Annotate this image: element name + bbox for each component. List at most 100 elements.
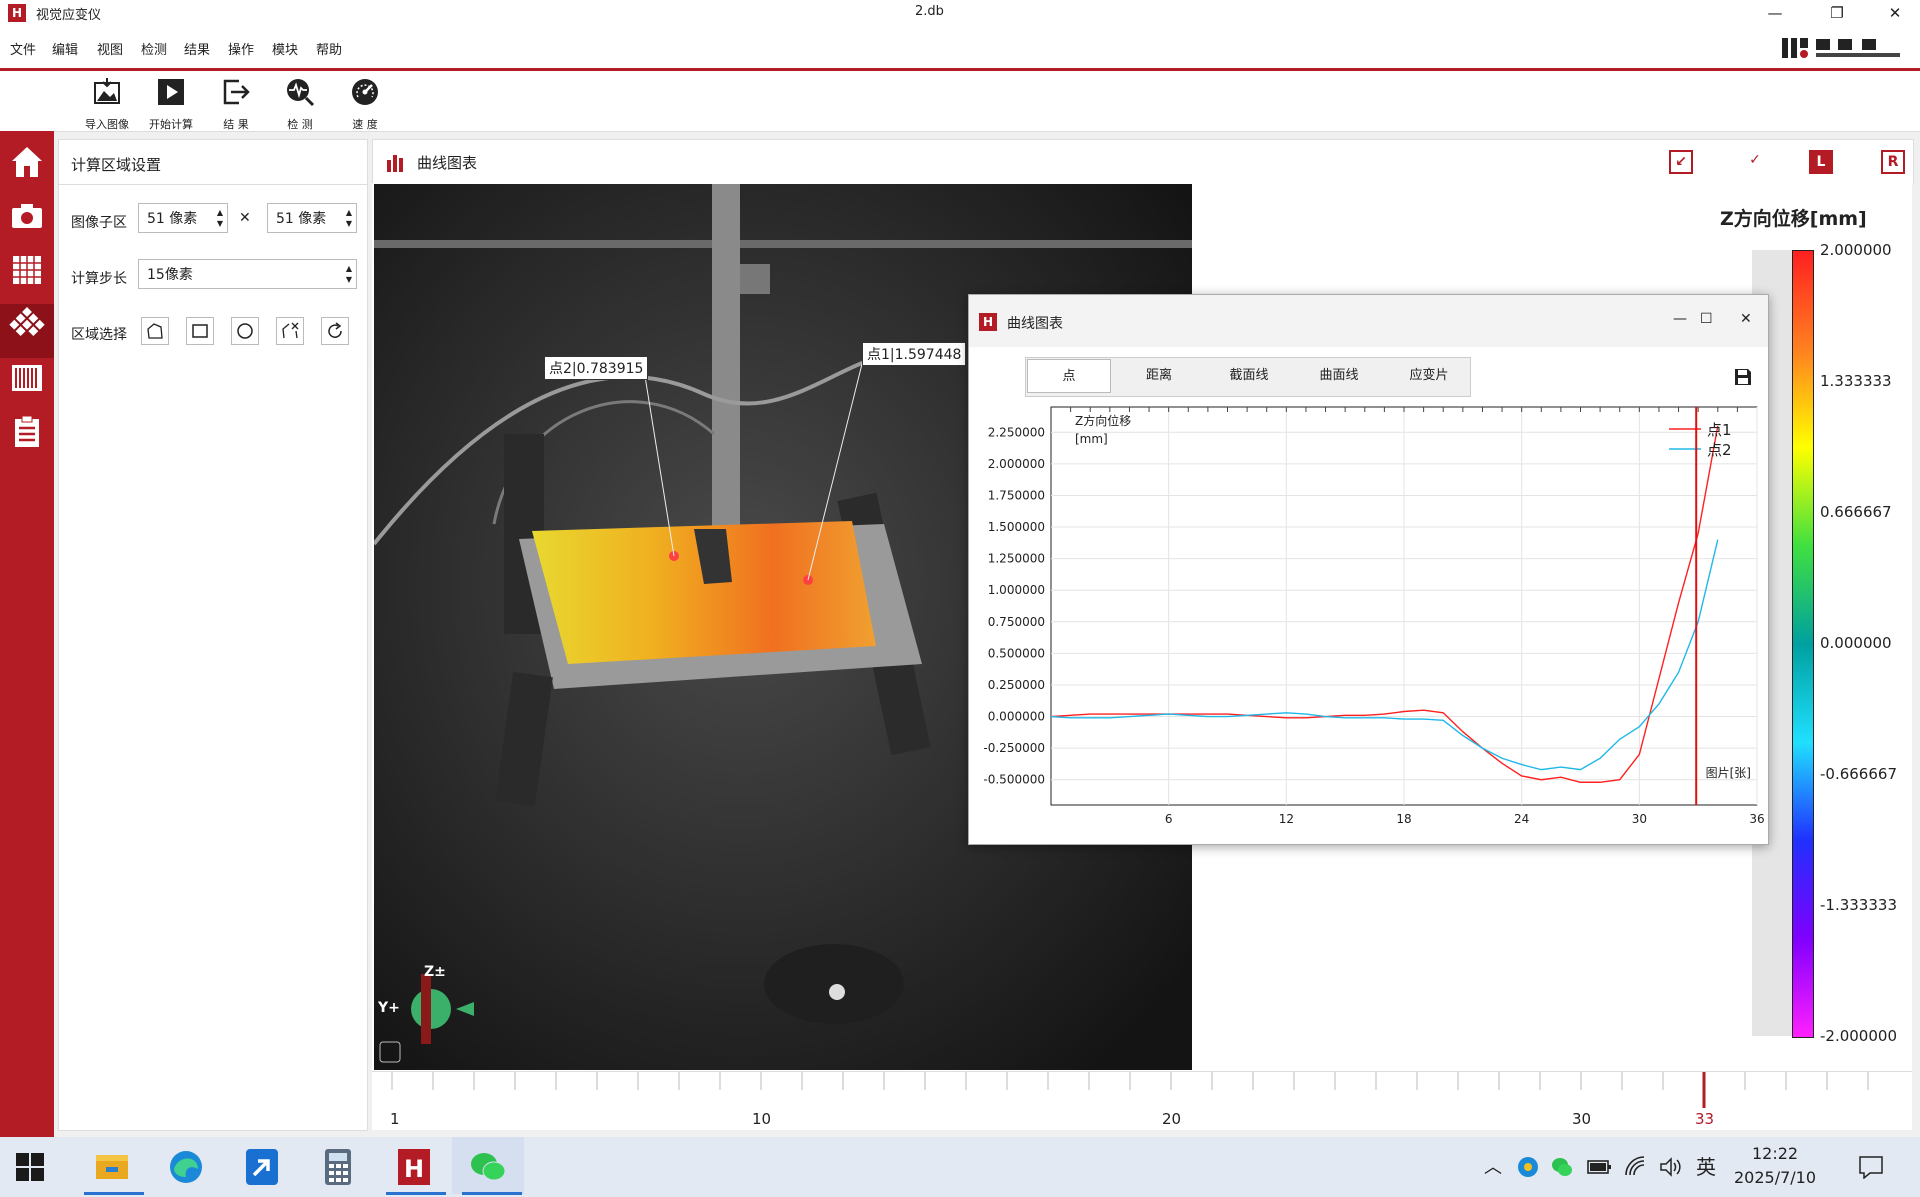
start-compute-label: 开始计算 bbox=[149, 118, 193, 131]
volume-icon[interactable] bbox=[1658, 1155, 1682, 1179]
chart-dialog: H 曲线图表 — ☐ ✕ 点 距离 截面线 曲面线 应变片 6 12 18 24 30 3… bbox=[968, 294, 1769, 845]
y-tick-label: 0.000000 bbox=[988, 710, 1045, 724]
timeline-label: 10 bbox=[752, 1110, 772, 1128]
windows-start-icon[interactable] bbox=[14, 1151, 46, 1183]
speed-button[interactable]: 速 度 bbox=[335, 77, 395, 132]
colorbar-label: 0.666667 bbox=[1820, 503, 1892, 521]
subset-width-spinbox[interactable]: 51 像素 ▲ ▼ bbox=[138, 203, 228, 233]
svg-text:H: H bbox=[404, 1155, 424, 1183]
export-chart-button[interactable]: ↙ bbox=[1669, 150, 1693, 174]
menu-edit[interactable]: 编辑 bbox=[52, 39, 78, 58]
result-button[interactable]: 结 果 bbox=[206, 77, 266, 132]
import-image-label: 导入图像 bbox=[85, 118, 129, 131]
edge-browser-icon[interactable] bbox=[164, 1147, 208, 1187]
settings-panel: 计算区域设置 图像子区 51 像素 ▲ ▼ ✕ 51 像素 ▲ ▼ 计算步长 15像素 ▲… bbox=[58, 139, 368, 1131]
checklist-button[interactable]: ✓ bbox=[1743, 150, 1767, 174]
menu-result[interactable]: 结果 bbox=[184, 39, 210, 58]
menu-operate[interactable]: 操作 bbox=[228, 39, 254, 58]
shortcut-app-icon[interactable] bbox=[240, 1147, 284, 1187]
calculator-icon[interactable] bbox=[316, 1147, 360, 1187]
rectangle-icon bbox=[192, 324, 208, 338]
detect-label: 检 测 bbox=[287, 118, 313, 131]
polygon-cut-button[interactable] bbox=[276, 317, 304, 345]
legend-label: 点1 bbox=[1707, 421, 1732, 439]
wifi-icon[interactable] bbox=[1624, 1155, 1648, 1179]
dialog-close-button[interactable]: ✕ bbox=[1740, 311, 1752, 327]
camera-icon[interactable] bbox=[9, 198, 45, 234]
x-tick-label: 24 bbox=[1514, 812, 1529, 826]
tab-distance[interactable]: 距离 bbox=[1117, 359, 1201, 393]
subset-height-spinbox[interactable]: 51 像素 ▲ ▼ bbox=[267, 203, 357, 233]
rectangle-select-button[interactable] bbox=[186, 317, 214, 345]
import-image-button[interactable]: 导入图像 bbox=[77, 77, 137, 132]
calculation-area-icon[interactable] bbox=[9, 306, 45, 342]
tray-wechat-icon[interactable] bbox=[1550, 1155, 1574, 1179]
haytham-logo bbox=[1782, 38, 1900, 58]
y-axis-label: Y+ bbox=[378, 1000, 400, 1016]
colorbar-label: -2.000000 bbox=[1820, 1027, 1897, 1045]
colorbar-label: 1.333333 bbox=[1820, 372, 1892, 390]
minimize-button[interactable]: — bbox=[1752, 0, 1798, 26]
notification-icon[interactable] bbox=[1858, 1155, 1884, 1179]
legend-label: 点2 bbox=[1707, 441, 1732, 459]
home-icon[interactable] bbox=[9, 144, 45, 180]
circle-select-button[interactable] bbox=[231, 317, 259, 345]
tray-app-icon[interactable] bbox=[1516, 1155, 1540, 1179]
restore-button[interactable]: ❐ bbox=[1814, 0, 1860, 26]
file-explorer-icon[interactable] bbox=[90, 1147, 134, 1187]
right-view-button[interactable]: R bbox=[1881, 150, 1905, 174]
detect-button[interactable]: 检 测 bbox=[270, 77, 330, 132]
panel-divider bbox=[59, 184, 367, 185]
subset-label: 图像子区 bbox=[71, 215, 127, 231]
chart-panel-header: 曲线图表 ↙ ✓ L R bbox=[372, 139, 1914, 184]
line-chart[interactable]: 6 12 18 24 30 36 -0.500000 -0.250000 0.000000 0.2… bbox=[969, 395, 1768, 841]
dialog-maximize-button[interactable]: ☐ bbox=[1700, 311, 1713, 327]
toolbar: 导入图像 开始计算 结 果 检 测 速 度 bbox=[0, 71, 1920, 132]
grid-icon[interactable] bbox=[9, 252, 45, 288]
z-axis-label: Z± bbox=[424, 964, 446, 980]
tab-strain-gauge[interactable]: 应变片 bbox=[1387, 359, 1471, 393]
panel-title: 计算区域设置 bbox=[71, 156, 162, 174]
menu-view[interactable]: 视图 bbox=[97, 39, 123, 58]
reset-region-button[interactable] bbox=[321, 317, 349, 345]
strain-app-taskbar-icon[interactable]: H bbox=[392, 1147, 436, 1187]
frame-timeline[interactable]: 1 10 20 30 33 bbox=[372, 1071, 1912, 1130]
circle-icon bbox=[237, 323, 253, 339]
ime-indicator[interactable]: 英 bbox=[1696, 1151, 1716, 1180]
tab-surface-line[interactable]: 曲面线 bbox=[1297, 359, 1381, 393]
active-app-indicator bbox=[462, 1192, 522, 1195]
tray-chevron-icon[interactable]: ︿ bbox=[1484, 1153, 1502, 1179]
tab-section-line[interactable]: 截面线 bbox=[1207, 359, 1291, 393]
save-icon[interactable] bbox=[1733, 367, 1753, 387]
left-view-button[interactable]: L bbox=[1809, 150, 1833, 174]
spin-arrows-icon[interactable]: ▲ ▼ bbox=[217, 207, 223, 229]
y-tick-label: 0.500000 bbox=[988, 646, 1045, 660]
polygon-select-button[interactable] bbox=[141, 317, 169, 345]
tab-point[interactable]: 点 bbox=[1027, 359, 1111, 393]
y-tick-label: -0.500000 bbox=[983, 773, 1045, 787]
export-icon bbox=[223, 79, 250, 105]
y-tick-label: 1.750000 bbox=[988, 488, 1045, 502]
x-axis-label: 图片[张] bbox=[1706, 766, 1751, 780]
strain-gauge-icon[interactable] bbox=[9, 360, 45, 396]
close-button[interactable]: ✕ bbox=[1872, 0, 1918, 26]
spin-arrows-icon[interactable]: ▲ ▼ bbox=[346, 207, 352, 229]
x-tick-label: 30 bbox=[1632, 812, 1647, 826]
menu-help[interactable]: 帮助 bbox=[316, 39, 342, 58]
menu-detect[interactable]: 检测 bbox=[141, 39, 167, 58]
chart-panel-title: 曲线图表 bbox=[417, 154, 478, 172]
wechat-icon[interactable] bbox=[466, 1147, 510, 1187]
dialog-minimize-button[interactable]: — bbox=[1673, 311, 1687, 327]
system-clock[interactable]: 12:22 2025/7/10 bbox=[1734, 1142, 1816, 1190]
polygon-icon bbox=[147, 323, 163, 339]
menu-module[interactable]: 模块 bbox=[272, 39, 298, 58]
timeline-label: 20 bbox=[1162, 1110, 1182, 1128]
y-tick-label: 0.750000 bbox=[988, 615, 1045, 629]
battery-icon[interactable] bbox=[1586, 1155, 1612, 1179]
step-spinbox[interactable]: 15像素 ▲ ▼ bbox=[138, 259, 357, 289]
spin-arrows-icon[interactable]: ▲ ▼ bbox=[346, 263, 352, 285]
report-icon[interactable] bbox=[9, 414, 45, 450]
menu-file[interactable]: 文件 bbox=[10, 39, 36, 58]
start-compute-button[interactable]: 开始计算 bbox=[141, 77, 201, 132]
dialog-title: 曲线图表 bbox=[1007, 316, 1063, 332]
